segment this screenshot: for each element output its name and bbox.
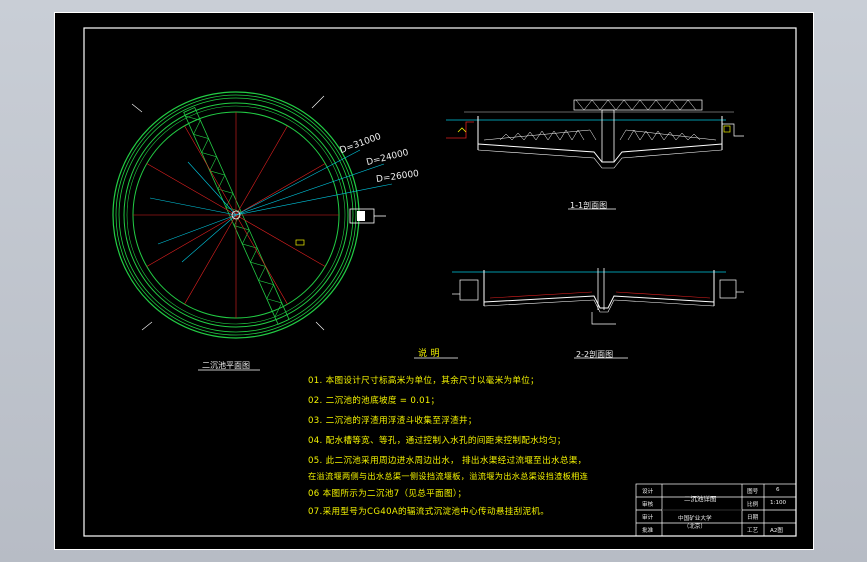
plan-marker [295, 239, 305, 246]
plan-radial-red-4 [235, 214, 326, 267]
section-2-2 [452, 268, 744, 325]
plan-radial-red-8 [146, 214, 237, 267]
plan-radial-red-10 [146, 163, 237, 216]
note-line-1: 01. 本图设计尺寸标高米为单位，其余尺寸以毫米为单位； [308, 376, 540, 386]
sheet-outer-border [54, 12, 814, 550]
tb-sheet-value: 6 [776, 487, 780, 493]
plan-radial-cyan-1 [235, 163, 385, 216]
note-line-5: 05. 此二沉池采用周边进水周边出水， 排出水渠经过流堰至出水总渠， [308, 456, 587, 466]
note-line-2: 02. 二沉池的池底坡度 = 0.01； [308, 396, 440, 406]
notes-heading: 说 明 [418, 349, 440, 359]
plan-radial-cyan-6 [181, 214, 237, 263]
tb-sheet-label: 图号 [747, 489, 759, 495]
s1-center-column [601, 109, 615, 163]
tb-school: 中国矿业大学 （北京） [678, 516, 712, 530]
section-1-1-title: 1-1剖面图 [570, 201, 608, 210]
note-line-8: 07.采用型号为CG40A的辐流式沉淀池中心传动悬挂刮泥机。 [308, 507, 550, 517]
tb-scale-value: 1:100 [770, 500, 787, 506]
tb-scale-label: 比例 [747, 502, 759, 508]
tb-design-label: 设计 [642, 489, 654, 495]
plan-radial-red-5 [235, 214, 288, 305]
plan-radial-cyan-2 [235, 183, 393, 216]
tb-craft-label: 工艺 [747, 528, 759, 534]
plan-radial-cyan-5 [157, 214, 237, 245]
tb-audit-label: 审计 [642, 515, 654, 521]
note-line-7: 06 本图所示为二沉池7（见总平面图）； [308, 489, 467, 499]
plan-view-title: 二沉池平面图 [202, 361, 250, 370]
tb-approve-label: 批准 [642, 528, 654, 534]
outlet-chamber-fill [357, 211, 365, 221]
cad-viewport[interactable]: D=31000 D=24000 D=26000 二沉池平面图 1-1剖面图 2-… [54, 12, 814, 550]
section-2-2-title: 2-2剖面图 [576, 350, 614, 359]
tb-check-label: 审核 [642, 502, 654, 508]
clarifier-plan-view [112, 91, 393, 339]
tb-paper-size: A2图 [770, 528, 783, 534]
tb-drawing-name: 二沉池详图 [684, 495, 717, 503]
s2-tank-floor [483, 295, 715, 309]
note-line-6: 在溢流堰两侧与出水总渠一侧设挡流堰板，溢流堰为出水总渠设挡渣板相连 [308, 471, 589, 481]
section-1-1 [446, 99, 744, 169]
plan-radial-red-2 [235, 163, 326, 216]
note-line-4: 04. 配水槽等宽、等孔，通过控制入水孔的间距来控制配水均匀； [308, 436, 566, 446]
plan-radial-red-7 [184, 214, 237, 305]
note-line-3: 03. 二沉池的浮渣用浮渣斗收集至浮渣井； [308, 416, 477, 426]
tb-date-label: 日期 [747, 515, 759, 521]
plan-radial-red-11 [184, 125, 237, 216]
